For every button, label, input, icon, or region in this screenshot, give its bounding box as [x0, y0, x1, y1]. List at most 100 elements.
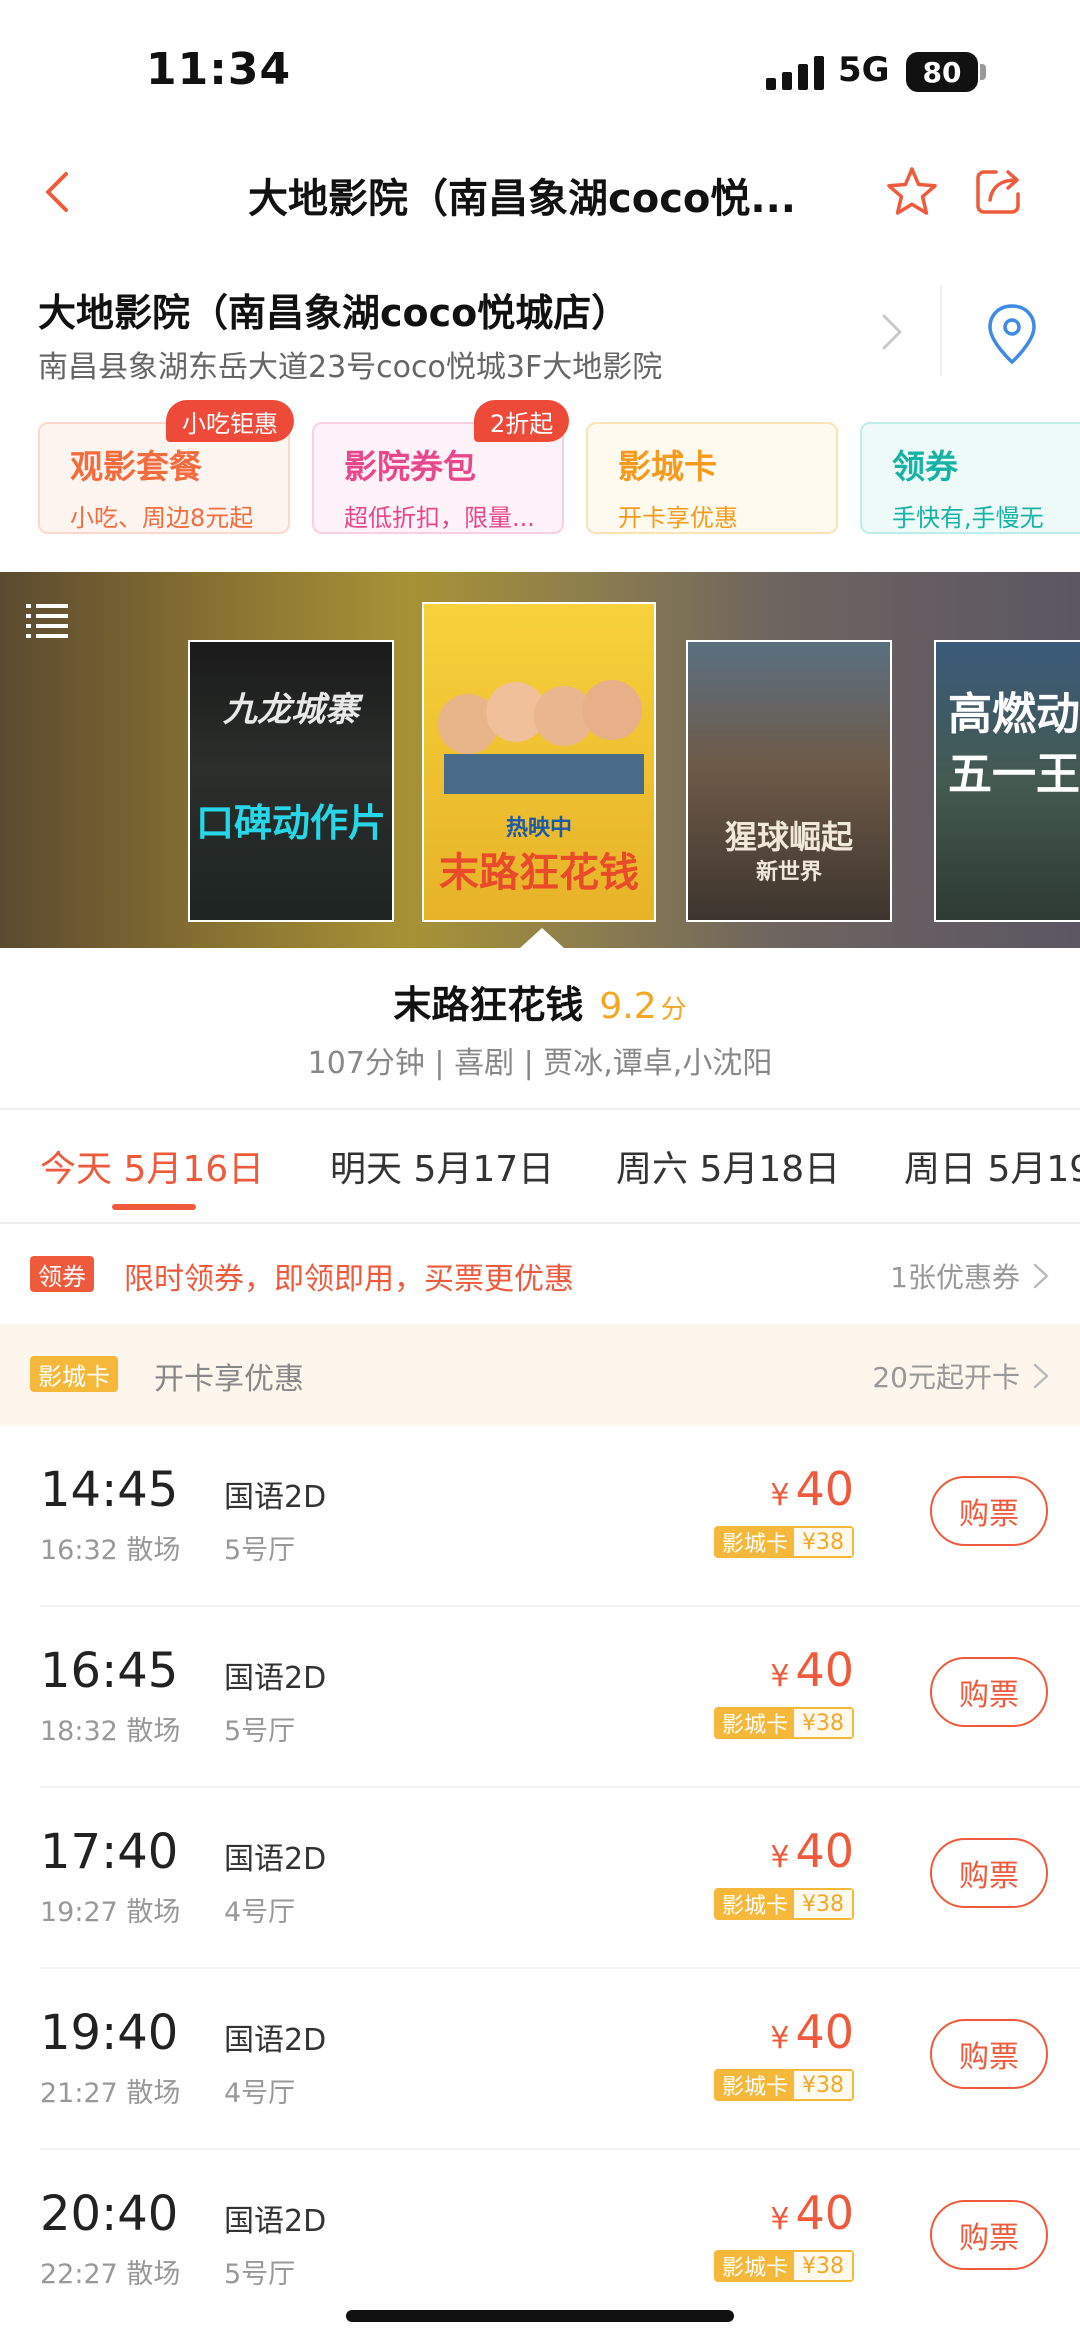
- language-format: 国语2D: [224, 1480, 327, 1515]
- battery-icon: 80: [906, 52, 978, 92]
- promo-title: 领券: [892, 447, 958, 486]
- battery-tip: [980, 64, 986, 80]
- home-indicator[interactable]: [346, 2310, 734, 2322]
- poster-carousel[interactable]: 九龙城寨 口碑动作片 热映中 末路狂花钱 猩球崛起 新世界 高燃动 五一王: [0, 572, 1080, 948]
- language-format: 国语2D: [224, 2023, 327, 2058]
- hall: 5号厅: [224, 1716, 296, 1747]
- share-icon[interactable]: [970, 164, 1026, 220]
- buy-button[interactable]: 购票: [930, 2200, 1048, 2270]
- price: ¥40: [770, 2005, 854, 2059]
- poster-art: [438, 680, 644, 794]
- chevron-right-icon: [1033, 1363, 1049, 1389]
- cinema-card-row[interactable]: 影城卡 开卡享优惠 20元起开卡: [0, 1324, 1080, 1426]
- movie-info[interactable]: 末路狂花钱 9.2 分 107分钟 | 喜剧 | 贾冰,谭卓,小沈阳: [0, 948, 1080, 1108]
- promo-title: 影城卡: [618, 447, 717, 486]
- price-value: 40: [795, 1824, 854, 1878]
- tab-saturday[interactable]: 周六 5月18日: [616, 1140, 840, 1192]
- currency: ¥: [770, 1659, 790, 1694]
- end-time: 19:27 散场: [40, 1897, 181, 1928]
- price: ¥40: [770, 1462, 854, 1516]
- poster-caption: 五一王: [948, 749, 1080, 800]
- card-price-value: ¥38: [794, 1709, 852, 1737]
- hall: 5号厅: [224, 1535, 296, 1566]
- movie-poster[interactable]: 高燃动 五一王: [934, 640, 1080, 922]
- promo-badge: 2折起: [474, 400, 570, 442]
- movie-poster[interactable]: 九龙城寨 口碑动作片: [188, 640, 394, 922]
- movie-meta: 107分钟 | 喜剧 | 贾冰,谭卓,小沈阳: [307, 1046, 773, 1081]
- movie-score-unit: 分: [660, 995, 687, 1025]
- star-icon[interactable]: [884, 164, 940, 220]
- showtime-row[interactable]: 16:45 18:32 散场 国语2D 5号厅 ¥40 影城卡 ¥38 购票: [0, 1607, 1080, 1788]
- promo-subtitle: 超低折扣，限量...: [344, 504, 535, 532]
- status-bar: 11:34 5G 80: [0, 0, 1080, 140]
- currency: ¥: [770, 2021, 790, 2056]
- hall: 5号厅: [224, 2259, 296, 2290]
- tab-today[interactable]: 今天 5月16日: [40, 1140, 264, 1192]
- tab-sunday[interactable]: 周日 5月19日: [904, 1140, 1080, 1192]
- list-menu-icon[interactable]: [26, 602, 68, 638]
- language-format: 国语2D: [224, 1842, 327, 1877]
- card-price-value: ¥38: [794, 2252, 852, 2280]
- start-time: 17:40: [40, 1824, 179, 1880]
- tab-tomorrow[interactable]: 明天 5月17日: [330, 1140, 554, 1192]
- poster-title: 九龙城寨: [223, 690, 359, 730]
- cinema-address: 南昌县象湖东岳大道23号coco悦城3F大地影院: [38, 350, 663, 385]
- page-title: 大地影院（南昌象湖coco悦...: [248, 176, 796, 222]
- price-value: 40: [795, 1643, 854, 1697]
- card-price-from: 20元起开卡: [872, 1361, 1020, 1394]
- showtime-row[interactable]: 17:40 19:27 散场 国语2D 4号厅 ¥40 影城卡 ¥38 购票: [0, 1788, 1080, 1969]
- buy-button[interactable]: 购票: [930, 1657, 1048, 1727]
- cinema-info[interactable]: 大地影院（南昌象湖coco悦城店） 南昌县象湖东岳大道23号coco悦城3F大地…: [0, 270, 1080, 400]
- card-price-label: 影城卡: [715, 2252, 794, 2281]
- coupon-count: 1张优惠券: [890, 1261, 1020, 1294]
- promo-subtitle: 小吃、周边8元起: [70, 504, 254, 532]
- buy-button[interactable]: 购票: [930, 1476, 1048, 1546]
- hall: 4号厅: [224, 1897, 296, 1928]
- price: ¥40: [770, 1824, 854, 1878]
- tab-underline: [112, 1204, 196, 1210]
- promo-title: 影院券包: [344, 447, 476, 486]
- price: ¥40: [770, 2186, 854, 2240]
- cinema-name: 大地影院（南昌象湖coco悦城店）: [38, 291, 630, 335]
- buy-button[interactable]: 购票: [930, 1838, 1048, 1908]
- movie-title: 末路狂花钱: [393, 983, 584, 1027]
- movie-poster[interactable]: 猩球崛起 新世界: [686, 640, 892, 922]
- promo-title: 观影套餐: [70, 447, 202, 486]
- coupon-row[interactable]: 领券 限时领券，即领即用，买票更优惠 1张优惠券: [0, 1224, 1080, 1324]
- promo-card-get-coupon[interactable]: 领券 手快有,手慢无: [860, 422, 1080, 534]
- location-pin-icon[interactable]: [984, 302, 1040, 366]
- card-price-value: ¥38: [794, 1528, 852, 1556]
- poster-title: 末路狂花钱: [439, 850, 639, 896]
- poster-title: 猩球崛起: [724, 818, 853, 856]
- start-time: 19:40: [40, 2005, 179, 2061]
- language-format: 国语2D: [224, 1661, 327, 1696]
- end-time: 16:32 散场: [40, 1535, 181, 1566]
- card-price-label: 影城卡: [715, 1890, 794, 1919]
- promo-cards: 观影套餐 小吃、周边8元起 小吃钜惠 影院券包 超低折扣，限量... 2折起 影…: [0, 400, 1080, 550]
- chevron-left-icon[interactable]: [36, 170, 80, 214]
- showtime-row[interactable]: 14:45 16:32 散场 国语2D 5号厅 ¥40 影城卡 ¥38 购票: [0, 1426, 1080, 1607]
- showtime-row[interactable]: 19:40 21:27 散场 国语2D 4号厅 ¥40 影城卡 ¥38 购票: [0, 1969, 1080, 2150]
- promo-subtitle: 开卡享优惠: [618, 504, 738, 532]
- buy-button[interactable]: 购票: [930, 2019, 1048, 2089]
- showtime-row[interactable]: 20:40 22:27 散场 国语2D 5号厅 ¥40 影城卡 ¥38 购票: [0, 2150, 1080, 2331]
- promo-subtitle: 手快有,手慢无: [892, 504, 1044, 532]
- network-label: 5G: [838, 50, 890, 90]
- chevron-right-icon: [882, 314, 902, 350]
- currency: ¥: [770, 2202, 790, 2237]
- card-price: 影城卡 ¥38: [713, 1526, 854, 1558]
- card-price-value: ¥38: [794, 1890, 852, 1918]
- price-value: 40: [795, 1462, 854, 1516]
- card-tag: 影城卡: [30, 1356, 118, 1392]
- currency: ¥: [770, 1840, 790, 1875]
- status-time: 11:34: [146, 44, 292, 95]
- signal-icon: [766, 56, 824, 90]
- card-price: 影城卡 ¥38: [713, 1707, 854, 1739]
- end-time: 21:27 散场: [40, 2078, 181, 2109]
- poster-caption: 新世界: [755, 860, 822, 885]
- movie-poster-selected[interactable]: 热映中 末路狂花钱: [422, 602, 656, 922]
- card-price-label: 影城卡: [715, 1528, 794, 1557]
- card-price: 影城卡 ¥38: [713, 2250, 854, 2282]
- price-value: 40: [795, 2186, 854, 2240]
- promo-card-cinema-card[interactable]: 影城卡 开卡享优惠: [586, 422, 838, 534]
